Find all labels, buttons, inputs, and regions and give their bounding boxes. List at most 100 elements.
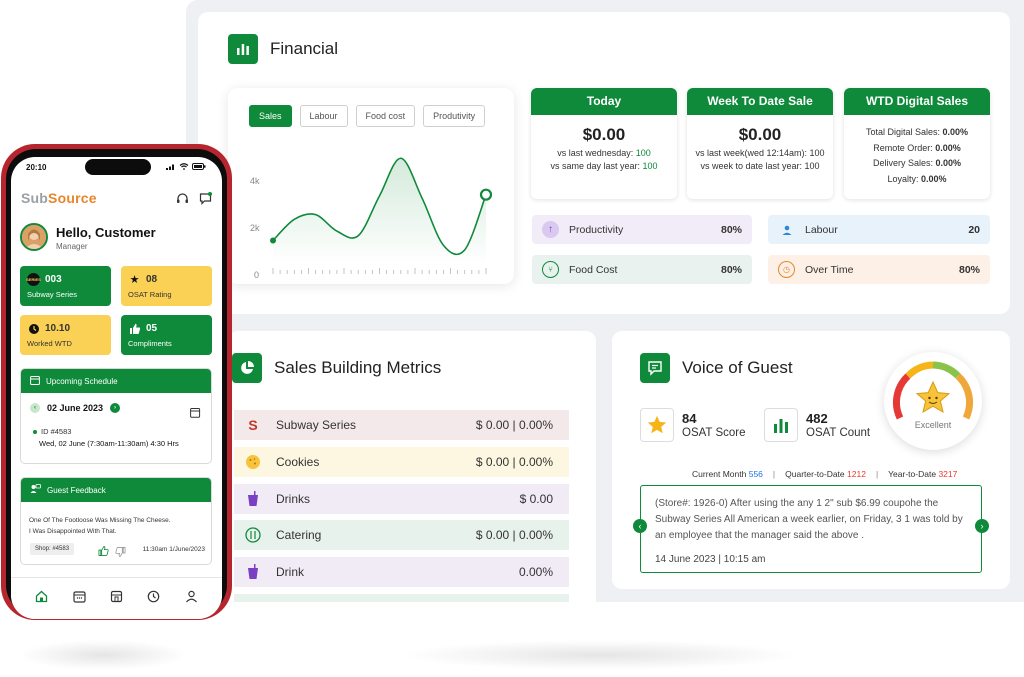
thumbs-down-icon[interactable] <box>115 544 126 562</box>
voice-of-guest-header: Voice of Guest <box>640 353 793 383</box>
row-value: $ 0.00 | 0.00% <box>475 528 553 542</box>
sbm-row-subway-series[interactable]: S Subway Series $ 0.00 | 0.00% <box>234 410 569 440</box>
chat-icon[interactable] <box>199 192 212 210</box>
sales-point-end[interactable] <box>479 188 493 201</box>
metric-labour[interactable]: Labour 20 <box>768 215 990 244</box>
current-month: Current Month 556 <box>692 469 763 479</box>
financial-title: Financial <box>270 39 339 58</box>
wtd-digital-sales-card: WTD Digital Sales Total Digital Sales: 0… <box>844 88 990 199</box>
row-label: Drink <box>276 565 305 579</box>
upcoming-schedule-card[interactable]: Upcoming Schedule ‹ 02 June 2023 › ID #4… <box>20 368 212 464</box>
next-review-button[interactable]: › <box>975 519 989 533</box>
schedule-header: Upcoming Schedule <box>21 369 211 393</box>
wtd-line-1-value: 100 <box>809 148 825 158</box>
metric-productivity[interactable]: ↑ Productivity 80% <box>532 215 752 244</box>
sales-chart-panel: Sales Labour Food cost Produtivity 4k 2k… <box>228 88 514 284</box>
tile-label: Subway Series <box>27 290 78 299</box>
headset-icon[interactable] <box>176 192 189 210</box>
ytd-label: Year-to-Date <box>888 469 937 479</box>
stage: Financial Sales Labour Food cost Produti… <box>0 0 1024 677</box>
bottom-tab-bar <box>11 577 222 619</box>
status-time: 20:10 <box>26 163 47 172</box>
calendar-icon[interactable] <box>72 590 86 608</box>
current-month-value: 556 <box>748 469 763 479</box>
star-icon <box>640 408 674 442</box>
battery-icon <box>192 163 206 172</box>
metric-over-time[interactable]: ◷ Over Time 80% <box>768 255 990 284</box>
today-value: $0.00 <box>582 125 626 144</box>
next-date-button[interactable]: › <box>110 403 121 413</box>
user-role: Manager <box>56 242 88 251</box>
prev-review-button[interactable]: ‹ <box>633 519 647 533</box>
sbm-row-catering[interactable]: Catering $ 0.00 | 0.00% <box>234 520 569 550</box>
y-tick-2k: 2k <box>250 223 260 233</box>
row-value: $ 0.00 | 0.00% <box>475 418 553 432</box>
digital-row-label: Delivery Sales: <box>872 158 933 168</box>
prev-date-button[interactable]: ‹ <box>30 403 40 413</box>
wtd-digital-rows: Total Digital Sales: 0.00% Remote Order:… <box>844 125 990 187</box>
wtd-title: Week To Date Sale <box>687 88 833 115</box>
voice-of-guest-card: Voice of Guest 84 OSAT Score 482 OSAT Coun… <box>612 331 1010 589</box>
thumbs-up-icon[interactable] <box>98 543 109 561</box>
feedback-line-2: I Was Disappointed With That. <box>29 528 117 535</box>
profile-icon[interactable] <box>185 590 198 608</box>
calendar-edit-icon[interactable] <box>190 405 201 423</box>
today-line-1-label: vs last wednesday: <box>557 148 634 158</box>
metric-label: Food Cost <box>569 263 618 276</box>
cup-icon <box>244 563 262 581</box>
tile-compliments[interactable]: 05 Compliments <box>121 315 212 355</box>
pie-chart-icon <box>232 353 262 383</box>
calendar-icon <box>30 375 40 387</box>
satisfaction-gauge: Excellent <box>884 352 982 450</box>
metric-food-cost[interactable]: ⑂ Food Cost 80% <box>532 255 752 284</box>
logo-part-1: Sub <box>21 190 49 206</box>
wtd-line-1-label: vs last week(wed 12:14am): <box>695 148 807 158</box>
phone-notch <box>85 159 151 175</box>
schedule-date: 02 June 2023 <box>47 403 104 413</box>
gauge-arc <box>893 361 973 420</box>
home-icon[interactable] <box>35 590 48 608</box>
row-label: Drinks <box>276 492 311 506</box>
osat-count-label: OSAT Count <box>806 427 871 439</box>
financial-card: Financial Sales Labour Food cost Produti… <box>198 12 1010 314</box>
sales-line-chart: 4k 2k 0 <box>250 157 493 280</box>
review-text: (Store#: 1926-0) After using the any 1 2… <box>655 498 963 541</box>
tile-value-row: 10.10 <box>27 322 104 335</box>
schedule-time: Wed, 02 June (7:30am-11:30am) 4:30 Hrs <box>39 439 179 448</box>
digital-row: Delivery Sales: 0.00% <box>844 156 990 172</box>
star-icon: ★ <box>129 274 140 286</box>
digital-row-value: 0.00% <box>921 173 947 184</box>
tile-subway-series[interactable]: SERIES 003 Subway Series <box>20 266 111 306</box>
tile-label: Compliments <box>128 339 172 348</box>
history-icon[interactable] <box>147 590 160 608</box>
phone-screen: 20:10 SubSource Hello, Customer Manager … <box>11 157 222 619</box>
sbm-row-drink[interactable]: Drink 0.00% <box>234 557 569 587</box>
feedback-text: One Of The Footloose Was Missing The Che… <box>29 515 209 537</box>
metric-label: Labour <box>805 223 838 236</box>
current-month-label: Current Month <box>692 469 747 479</box>
tile-value: 08 <box>146 274 158 285</box>
store-icon[interactable] <box>110 590 123 608</box>
sbm-row-drinks[interactable]: Drinks $ 0.00 <box>234 484 569 514</box>
avatar[interactable] <box>20 223 48 251</box>
arrow-up-icon: ↑ <box>542 221 559 238</box>
osat-count-value: 482 <box>806 411 828 426</box>
digital-row-value: 0.00% <box>942 127 969 137</box>
row-label: Cookies <box>276 455 320 469</box>
person-icon <box>778 221 795 238</box>
separator: | <box>772 469 776 479</box>
digital-row-value: 0.00% <box>935 142 961 153</box>
clock-icon: ◷ <box>778 261 795 278</box>
row-label: Subway Series <box>276 418 357 432</box>
wtd-line-2: vs week to date last year: 100 <box>687 161 833 171</box>
guest-feedback-card[interactable]: Guest Feedback One Of The Footloose Was … <box>20 477 212 565</box>
qtd-label: Quarter-to-Date <box>785 469 845 479</box>
today-title: Today <box>531 88 677 115</box>
feedback-icon <box>30 484 41 496</box>
wifi-icon <box>179 163 189 172</box>
tile-osat-rating[interactable]: ★ 08 OSAT Rating <box>121 266 212 306</box>
tile-worked-wtd[interactable]: 10.10 Worked WTD <box>20 315 111 355</box>
sbm-row-cookies[interactable]: Cookies $ 0.00 | 0.00% <box>234 447 569 477</box>
tile-label: Worked WTD <box>27 339 72 348</box>
metric-value: 80% <box>720 263 742 276</box>
